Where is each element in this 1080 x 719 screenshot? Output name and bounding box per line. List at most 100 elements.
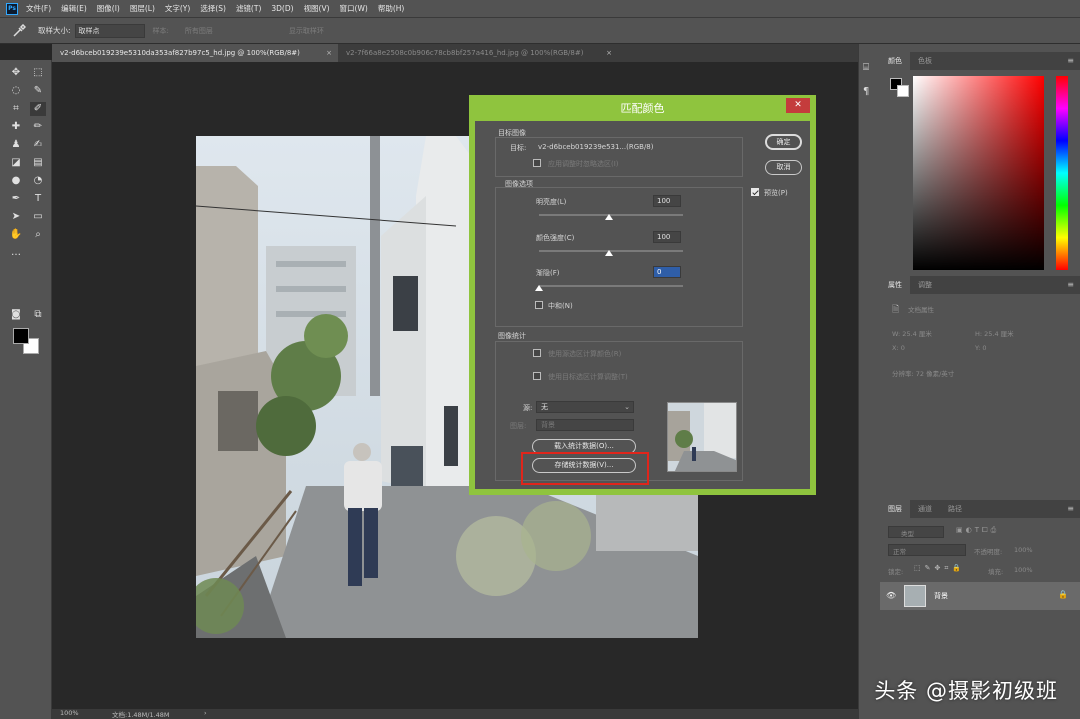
chevron-down-icon: ⌄ (624, 403, 630, 411)
history-icon[interactable]: ⌸ (863, 62, 869, 73)
menu-type[interactable]: 文字(Y) (165, 3, 190, 14)
quick-select-tool-icon[interactable]: ✎ (30, 84, 46, 98)
source-select[interactable]: 无 ⌄ (536, 401, 634, 413)
fade-input[interactable]: 0 (653, 266, 681, 278)
neutralize-checkbox[interactable] (535, 301, 543, 309)
move-tool-icon[interactable]: ✥ (8, 66, 24, 80)
use-target-selection-checkbox[interactable] (533, 372, 541, 380)
ignore-selection-checkbox[interactable] (533, 159, 541, 167)
layer-kind-filter[interactable]: 类型 (888, 526, 944, 538)
menu-image[interactable]: 图像(I) (97, 3, 120, 14)
filter-icons[interactable]: ▣◐T⧠⎙ (956, 526, 999, 535)
blend-mode-select[interactable]: 正常 (888, 544, 966, 556)
fade-slider-track[interactable] (539, 285, 683, 287)
hue-slider[interactable] (1056, 76, 1068, 270)
match-color-dialog: 匹配颜色 ✕ 目标图像 目标: v2-d6bceb019239e531...(R… (469, 95, 816, 495)
lasso-tool-icon[interactable]: ◌ (8, 84, 24, 98)
lock-label: 锁定: (888, 568, 904, 576)
panel-dock-strip: ⌸ ¶ (858, 44, 880, 719)
watermark-text: 头条 @摄影初级班 (874, 679, 1058, 703)
tab-document-1[interactable]: v2-d6bceb019239e5310da353af827b97c5_hd.j… (52, 44, 338, 62)
resolution-readout: 分辨率: 72 像素/英寸 (892, 370, 955, 378)
crop-tool-icon[interactable]: ⌗ (8, 102, 24, 116)
dialog-title[interactable]: 匹配颜色 (475, 99, 810, 119)
bg-swatch-small[interactable] (897, 85, 909, 97)
hand-tool-icon[interactable]: ✋ (8, 228, 24, 242)
preview-checkbox[interactable] (751, 188, 759, 196)
luminance-slider-thumb[interactable] (605, 214, 613, 220)
menu-view[interactable]: 视图(V) (304, 3, 330, 14)
tab-swatches[interactable]: 色板 (910, 52, 940, 70)
eyedropper-icon[interactable] (0, 21, 38, 41)
tab-adjustments[interactable]: 调整 (910, 276, 940, 294)
color-intensity-slider-thumb[interactable] (605, 250, 613, 256)
history-brush-icon[interactable]: ✍ (30, 138, 46, 152)
zoom-level[interactable]: 100% (60, 709, 79, 717)
opacity-value[interactable]: 100% (1014, 546, 1033, 554)
tab-color[interactable]: 颜色 (880, 52, 910, 70)
menu-window[interactable]: 窗口(W) (340, 3, 368, 14)
menu-layer[interactable]: 图层(L) (130, 3, 155, 14)
tab-layers[interactable]: 图层 (880, 500, 910, 518)
type-tool-icon[interactable]: T (30, 192, 46, 206)
healing-tool-icon[interactable]: ✚ (8, 120, 24, 134)
show-sampling-ring[interactable]: 显示取样环 (289, 26, 324, 36)
tab-document-2[interactable]: v2-7f66a8e2508c0b906c78cb8bf257a416_hd.j… (338, 44, 618, 62)
layer-select[interactable]: 背景 (536, 419, 634, 431)
visibility-eye-icon[interactable]: 👁 (886, 591, 896, 600)
lock-icons[interactable]: ⬚✎✥⌗🔒 (914, 564, 965, 573)
layer-name[interactable]: 背景 (934, 591, 948, 601)
document-icon: 🗎 (892, 305, 900, 315)
fill-value[interactable]: 100% (1014, 566, 1033, 574)
dodge-tool-icon[interactable]: ◔ (30, 174, 46, 188)
eraser-tool-icon[interactable]: ◪ (8, 156, 24, 170)
screen-mode-icon[interactable]: ⧉ (30, 308, 46, 322)
close-icon[interactable]: ✕ (786, 98, 810, 113)
fade-slider-thumb[interactable] (535, 285, 543, 291)
more-tools-icon[interactable]: … (8, 246, 24, 260)
blur-tool-icon[interactable]: ● (8, 174, 24, 188)
gradient-tool-icon[interactable]: ▤ (30, 156, 46, 170)
marquee-tool-icon[interactable]: ⬚ (30, 66, 46, 80)
menu-edit[interactable]: 编辑(E) (61, 3, 87, 14)
tab-properties[interactable]: 属性 (880, 276, 910, 294)
ok-button[interactable]: 确定 (765, 134, 802, 150)
use-source-selection-checkbox[interactable] (533, 349, 541, 357)
close-icon[interactable]: × (326, 44, 332, 62)
tab-channels[interactable]: 通道 (910, 500, 940, 518)
height-readout: H: 25.4 厘米 (975, 330, 1014, 338)
color-intensity-input[interactable]: 100 (653, 231, 681, 243)
color-field[interactable] (913, 76, 1044, 270)
status-bar: 100% 文档:1.48M/1.48M › (52, 709, 880, 719)
menu-filter[interactable]: 滤镜(T) (236, 3, 261, 14)
menu-file[interactable]: 文件(F) (26, 3, 51, 14)
foreground-color-swatch[interactable] (13, 328, 29, 344)
status-arrow-icon[interactable]: › (204, 709, 207, 717)
close-icon[interactable]: × (606, 44, 612, 62)
panel-menu-icon[interactable]: ≡ (1067, 280, 1074, 289)
lock-icon: 🔒 (1058, 590, 1068, 599)
image-stats-group-label: 图像统计 (498, 332, 526, 340)
shape-tool-icon[interactable]: ▭ (30, 210, 46, 224)
luminance-input[interactable]: 100 (653, 195, 681, 207)
sample-layers-select[interactable]: 所有图层 (185, 26, 213, 36)
zoom-tool-icon[interactable]: ⌕ (30, 228, 46, 242)
tab-label: v2-7f66a8e2508c0b906c78cb8bf257a416_hd.j… (346, 49, 584, 57)
eyedropper-tool-icon[interactable]: ✐ (30, 102, 46, 116)
layer-row-background[interactable]: 👁 背景 🔒 (880, 582, 1080, 610)
brush-tool-icon[interactable]: ✏ (30, 120, 46, 134)
menu-3d[interactable]: 3D(D) (271, 4, 293, 13)
menu-help[interactable]: 帮助(H) (378, 3, 405, 14)
path-select-tool-icon[interactable]: ➤ (8, 210, 24, 224)
quick-mask-icon[interactable]: ◙ (8, 308, 24, 322)
panel-menu-icon[interactable]: ≡ (1067, 56, 1074, 65)
sample-size-select[interactable]: 取样点 (74, 23, 145, 38)
cancel-button[interactable]: 取消 (765, 160, 802, 175)
pen-tool-icon[interactable]: ✒ (8, 192, 24, 206)
paragraph-icon[interactable]: ¶ (863, 86, 869, 97)
panel-menu-icon[interactable]: ≡ (1067, 504, 1074, 513)
tab-paths[interactable]: 路径 (940, 500, 970, 518)
kind-label: 类型 (901, 530, 914, 538)
menu-select[interactable]: 选择(S) (200, 3, 226, 14)
stamp-tool-icon[interactable]: ♟ (8, 138, 24, 152)
